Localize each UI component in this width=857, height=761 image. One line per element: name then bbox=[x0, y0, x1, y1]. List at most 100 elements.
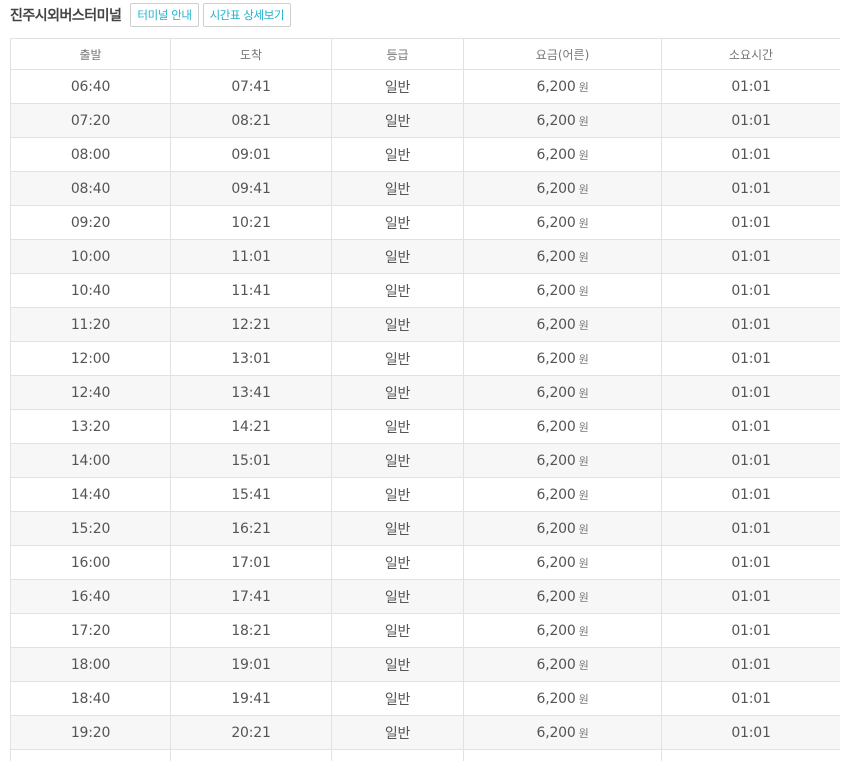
fare-amount: 6,200 bbox=[536, 520, 576, 537]
fare-amount: 6,200 bbox=[536, 350, 576, 367]
table-row: 12:40 13:41 일반 6,200 원 01:01 bbox=[10, 375, 840, 410]
fare-amount: 6,200 bbox=[536, 656, 576, 673]
duration-cell: 01:01 bbox=[661, 103, 840, 138]
fare-currency-unit: 원 bbox=[578, 80, 589, 94]
grade-cell: 일반 bbox=[331, 443, 464, 478]
empty-cell bbox=[170, 749, 332, 761]
fare-currency-unit: 원 bbox=[578, 692, 589, 706]
table-row: 11:20 12:21 일반 6,200 원 01:01 bbox=[10, 307, 840, 342]
duration-cell: 01:01 bbox=[661, 341, 840, 376]
depart-time-cell: 15:20 bbox=[10, 511, 171, 546]
table-row: 08:00 09:01 일반 6,200 원 01:01 bbox=[10, 137, 840, 172]
depart-time-cell: 08:40 bbox=[10, 171, 171, 206]
depart-time-cell: 16:00 bbox=[10, 545, 171, 580]
terminal-info-button[interactable]: 터미널 안내 bbox=[130, 3, 199, 27]
grade-cell: 일반 bbox=[331, 307, 464, 342]
fare-currency-unit: 원 bbox=[578, 488, 589, 502]
table-row: 19:20 20:21 일반 6,200 원 01:01 bbox=[10, 715, 840, 750]
arrive-time-cell: 16:21 bbox=[170, 511, 332, 546]
fare-amount: 6,200 bbox=[536, 588, 576, 605]
depart-time-cell: 14:00 bbox=[10, 443, 171, 478]
fare-cell: 6,200 원 bbox=[463, 205, 662, 240]
depart-time-cell: 18:00 bbox=[10, 647, 171, 682]
fare-cell: 6,200 원 bbox=[463, 307, 662, 342]
table-row-partial bbox=[10, 749, 840, 761]
grade-cell: 일반 bbox=[331, 477, 464, 512]
grade-cell: 일반 bbox=[331, 205, 464, 240]
fare-currency-unit: 원 bbox=[578, 148, 589, 162]
duration-cell: 01:01 bbox=[661, 715, 840, 750]
duration-cell: 01:01 bbox=[661, 545, 840, 580]
arrive-time-cell: 07:41 bbox=[170, 69, 332, 104]
fare-currency-unit: 원 bbox=[578, 454, 589, 468]
fare-amount: 6,200 bbox=[536, 384, 576, 401]
fare-amount: 6,200 bbox=[536, 622, 576, 639]
fare-cell: 6,200 원 bbox=[463, 443, 662, 478]
depart-time-cell: 13:20 bbox=[10, 409, 171, 444]
column-header-arrive: 도착 bbox=[170, 38, 332, 70]
grade-cell: 일반 bbox=[331, 69, 464, 104]
arrive-time-cell: 14:21 bbox=[170, 409, 332, 444]
depart-time-cell: 10:40 bbox=[10, 273, 171, 308]
arrive-time-cell: 15:01 bbox=[170, 443, 332, 478]
fare-currency-unit: 원 bbox=[578, 556, 589, 570]
grade-cell: 일반 bbox=[331, 715, 464, 750]
fare-cell: 6,200 원 bbox=[463, 681, 662, 716]
depart-time-cell: 12:40 bbox=[10, 375, 171, 410]
empty-cell bbox=[10, 749, 171, 761]
fare-amount: 6,200 bbox=[536, 248, 576, 265]
depart-time-cell: 09:20 bbox=[10, 205, 171, 240]
table-row: 07:20 08:21 일반 6,200 원 01:01 bbox=[10, 103, 840, 138]
fare-amount: 6,200 bbox=[536, 554, 576, 571]
fare-cell: 6,200 원 bbox=[463, 137, 662, 172]
fare-currency-unit: 원 bbox=[578, 318, 589, 332]
duration-cell: 01:01 bbox=[661, 137, 840, 172]
fare-cell: 6,200 원 bbox=[463, 647, 662, 682]
fare-cell: 6,200 원 bbox=[463, 715, 662, 750]
table-row: 16:00 17:01 일반 6,200 원 01:01 bbox=[10, 545, 840, 580]
table-row: 13:20 14:21 일반 6,200 원 01:01 bbox=[10, 409, 840, 444]
arrive-time-cell: 17:01 bbox=[170, 545, 332, 580]
table-row: 10:40 11:41 일반 6,200 원 01:01 bbox=[10, 273, 840, 308]
table-row: 12:00 13:01 일반 6,200 원 01:01 bbox=[10, 341, 840, 376]
fare-amount: 6,200 bbox=[536, 112, 576, 129]
duration-cell: 01:01 bbox=[661, 273, 840, 308]
grade-cell: 일반 bbox=[331, 103, 464, 138]
duration-cell: 01:01 bbox=[661, 171, 840, 206]
fare-cell: 6,200 원 bbox=[463, 545, 662, 580]
duration-cell: 01:01 bbox=[661, 477, 840, 512]
fare-amount: 6,200 bbox=[536, 486, 576, 503]
fare-cell: 6,200 원 bbox=[463, 239, 662, 274]
fare-cell: 6,200 원 bbox=[463, 171, 662, 206]
fare-cell: 6,200 원 bbox=[463, 273, 662, 308]
fare-cell: 6,200 원 bbox=[463, 409, 662, 444]
arrive-time-cell: 19:41 bbox=[170, 681, 332, 716]
fare-cell: 6,200 원 bbox=[463, 375, 662, 410]
table-row: 16:40 17:41 일반 6,200 원 01:01 bbox=[10, 579, 840, 614]
duration-cell: 01:01 bbox=[661, 579, 840, 614]
fare-amount: 6,200 bbox=[536, 180, 576, 197]
fare-currency-unit: 원 bbox=[578, 726, 589, 740]
depart-time-cell: 17:20 bbox=[10, 613, 171, 648]
fare-currency-unit: 원 bbox=[578, 590, 589, 604]
table-row: 06:40 07:41 일반 6,200 원 01:01 bbox=[10, 69, 840, 104]
fare-currency-unit: 원 bbox=[578, 658, 589, 672]
fare-currency-unit: 원 bbox=[578, 216, 589, 230]
timetable-container: 출발 도착 등급 요금(어른) 소요시간 06:40 07:41 일반 6,200 원 0… bbox=[10, 38, 840, 761]
depart-time-cell: 06:40 bbox=[10, 69, 171, 104]
table-row: 14:00 15:01 일반 6,200 원 01:01 bbox=[10, 443, 840, 478]
duration-cell: 01:01 bbox=[661, 69, 840, 104]
arrive-time-cell: 08:21 bbox=[170, 103, 332, 138]
grade-cell: 일반 bbox=[331, 511, 464, 546]
duration-cell: 01:01 bbox=[661, 409, 840, 444]
timetable-detail-button[interactable]: 시간표 상세보기 bbox=[202, 3, 292, 27]
duration-cell: 01:01 bbox=[661, 239, 840, 274]
fare-amount: 6,200 bbox=[536, 214, 576, 231]
terminal-name: 진주시외버스터미널 bbox=[10, 8, 122, 24]
arrive-time-cell: 18:21 bbox=[170, 613, 332, 648]
duration-cell: 01:01 bbox=[661, 647, 840, 682]
arrive-time-cell: 19:01 bbox=[170, 647, 332, 682]
grade-cell: 일반 bbox=[331, 239, 464, 274]
fare-cell: 6,200 원 bbox=[463, 579, 662, 614]
fare-cell: 6,200 원 bbox=[463, 613, 662, 648]
